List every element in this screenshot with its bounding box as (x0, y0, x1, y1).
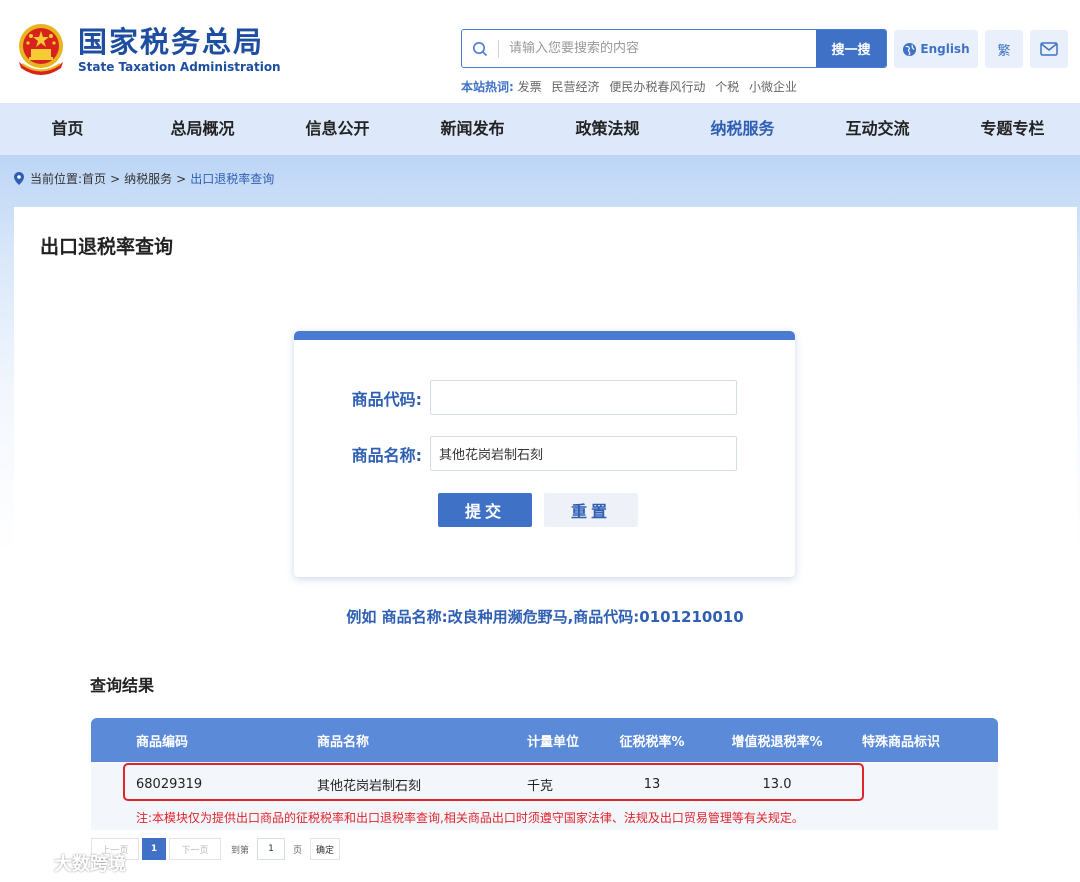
page-label: 页 (293, 845, 303, 856)
breadcrumb-home[interactable]: 首页 (82, 170, 106, 187)
logo-title-cn: 国家税务总局 (78, 25, 265, 59)
watermark-logo-icon (12, 854, 47, 872)
mail-icon (1040, 42, 1058, 56)
nav-item-info-disclosure[interactable]: 信息公开 (270, 103, 405, 155)
breadcrumb-separator: > (110, 171, 121, 186)
main-nav: 首页 总局概况 信息公开 新闻发布 政策法规 纳税服务 互动交流 专题专栏 (0, 103, 1080, 155)
reset-button[interactable]: 重置 (544, 493, 638, 527)
name-label: 商品名称: (351, 445, 422, 465)
results-title: 查询结果 (90, 676, 155, 695)
watermark-text: 大数跨境 (54, 854, 126, 875)
english-label: English (920, 42, 970, 56)
globe-icon (903, 42, 917, 56)
cell-refund-rate: 13.0 (702, 762, 852, 806)
search-icon[interactable] (462, 30, 498, 67)
code-row: 商品代码: (294, 380, 795, 415)
hot-word-link[interactable]: 便民办税春风行动 (609, 80, 705, 94)
nav-item-tax-service[interactable]: 纳税服务 (675, 103, 810, 155)
breadcrumb-separator: > (176, 171, 187, 186)
site-header: 国家税务总局 State Taxation Administration 搜一搜… (0, 0, 1080, 103)
next-page-button[interactable]: 下一页 (169, 838, 221, 860)
traditional-chinese-button[interactable]: 繁 (985, 30, 1023, 68)
nav-item-overview[interactable]: 总局概况 (135, 103, 270, 155)
nav-item-policy[interactable]: 政策法规 (540, 103, 675, 155)
cell-product-name: 其他花岗岩制石刻 (272, 762, 482, 806)
nav-item-news[interactable]: 新闻发布 (405, 103, 540, 155)
pagination: 上一页 1 下一页 到第 页 确定 (91, 838, 341, 860)
column-header: 增值税退税率% (702, 718, 852, 762)
table-header-row: 商品编码 商品名称 计量单位 征税税率% 增值税退税率% 特殊商品标识 (91, 718, 998, 762)
breadcrumb-section[interactable]: 纳税服务 (124, 170, 172, 187)
breadcrumb: 当前位置: 首页 > 纳税服务 > 出口退税率查询 (14, 170, 274, 187)
page-title: 出口退税率查询 (40, 236, 174, 258)
query-form: 商品代码: 商品名称: 提交 重置 (294, 331, 795, 577)
cell-unit: 千克 (482, 762, 602, 806)
name-row: 商品名称: (294, 436, 795, 471)
national-emblem-icon (19, 24, 63, 75)
column-header: 征税税率% (602, 718, 702, 762)
cell-product-code: 68029319 (91, 762, 272, 806)
goto-page-input[interactable] (257, 838, 286, 860)
watermark: 大数跨境 (10, 850, 126, 876)
product-name-input[interactable] (430, 436, 737, 471)
column-header: 商品编码 (91, 718, 272, 762)
page-number-button[interactable]: 1 (142, 838, 166, 860)
breadcrumb-prefix: 当前位置: (30, 172, 83, 186)
hot-word-link[interactable]: 小微企业 (749, 80, 797, 94)
english-version-button[interactable]: English (894, 30, 978, 68)
code-label: 商品代码: (351, 389, 422, 409)
cell-special-flag (852, 762, 998, 806)
search-input[interactable] (499, 30, 816, 67)
results-note: 注:本模块仅为提供出口商品的征税税率和出口退税率查询,相关商品出口时须遵守国家法… (91, 806, 998, 830)
column-header: 商品名称 (272, 718, 482, 762)
example-hint: 例如 商品名称:改良种用濒危野马,商品代码:0101210010 (346, 608, 744, 626)
goto-label: 到第 (231, 845, 250, 856)
hot-words: 本站热词: 发票 民营经济 便民办税春风行动 个税 小微企业 (461, 78, 803, 95)
site-logo[interactable]: 国家税务总局 State Taxation Administration (14, 22, 281, 78)
nav-item-interaction[interactable]: 互动交流 (810, 103, 945, 155)
breadcrumb-current: 出口退税率查询 (190, 172, 275, 186)
hot-word-link[interactable]: 民营经济 (551, 80, 599, 94)
column-header: 计量单位 (482, 718, 602, 762)
column-header: 特殊商品标识 (852, 718, 998, 762)
search-button[interactable]: 搜一搜 (816, 30, 886, 67)
nav-item-special-topics[interactable]: 专题专栏 (945, 103, 1080, 155)
hot-word-link[interactable]: 个税 (715, 80, 739, 94)
hot-word-link[interactable]: 发票 (518, 80, 542, 94)
hot-words-label: 本站热词: (461, 80, 514, 94)
cell-tax-rate: 13 (602, 762, 702, 806)
submit-button[interactable]: 提交 (438, 493, 532, 527)
mail-button[interactable] (1030, 30, 1068, 68)
results-table: 商品编码 商品名称 计量单位 征税税率% 增值税退税率% 特殊商品标识 6802… (91, 718, 998, 806)
goto-confirm-button[interactable]: 确定 (310, 838, 341, 860)
search-box: 搜一搜 (461, 29, 887, 68)
logo-title-en: State Taxation Administration (78, 60, 281, 74)
table-row: 68029319 其他花岗岩制石刻 千克 13 13.0 (91, 762, 998, 806)
nav-item-home[interactable]: 首页 (0, 103, 135, 155)
product-code-input[interactable] (430, 380, 737, 415)
location-pin-icon (14, 172, 24, 185)
